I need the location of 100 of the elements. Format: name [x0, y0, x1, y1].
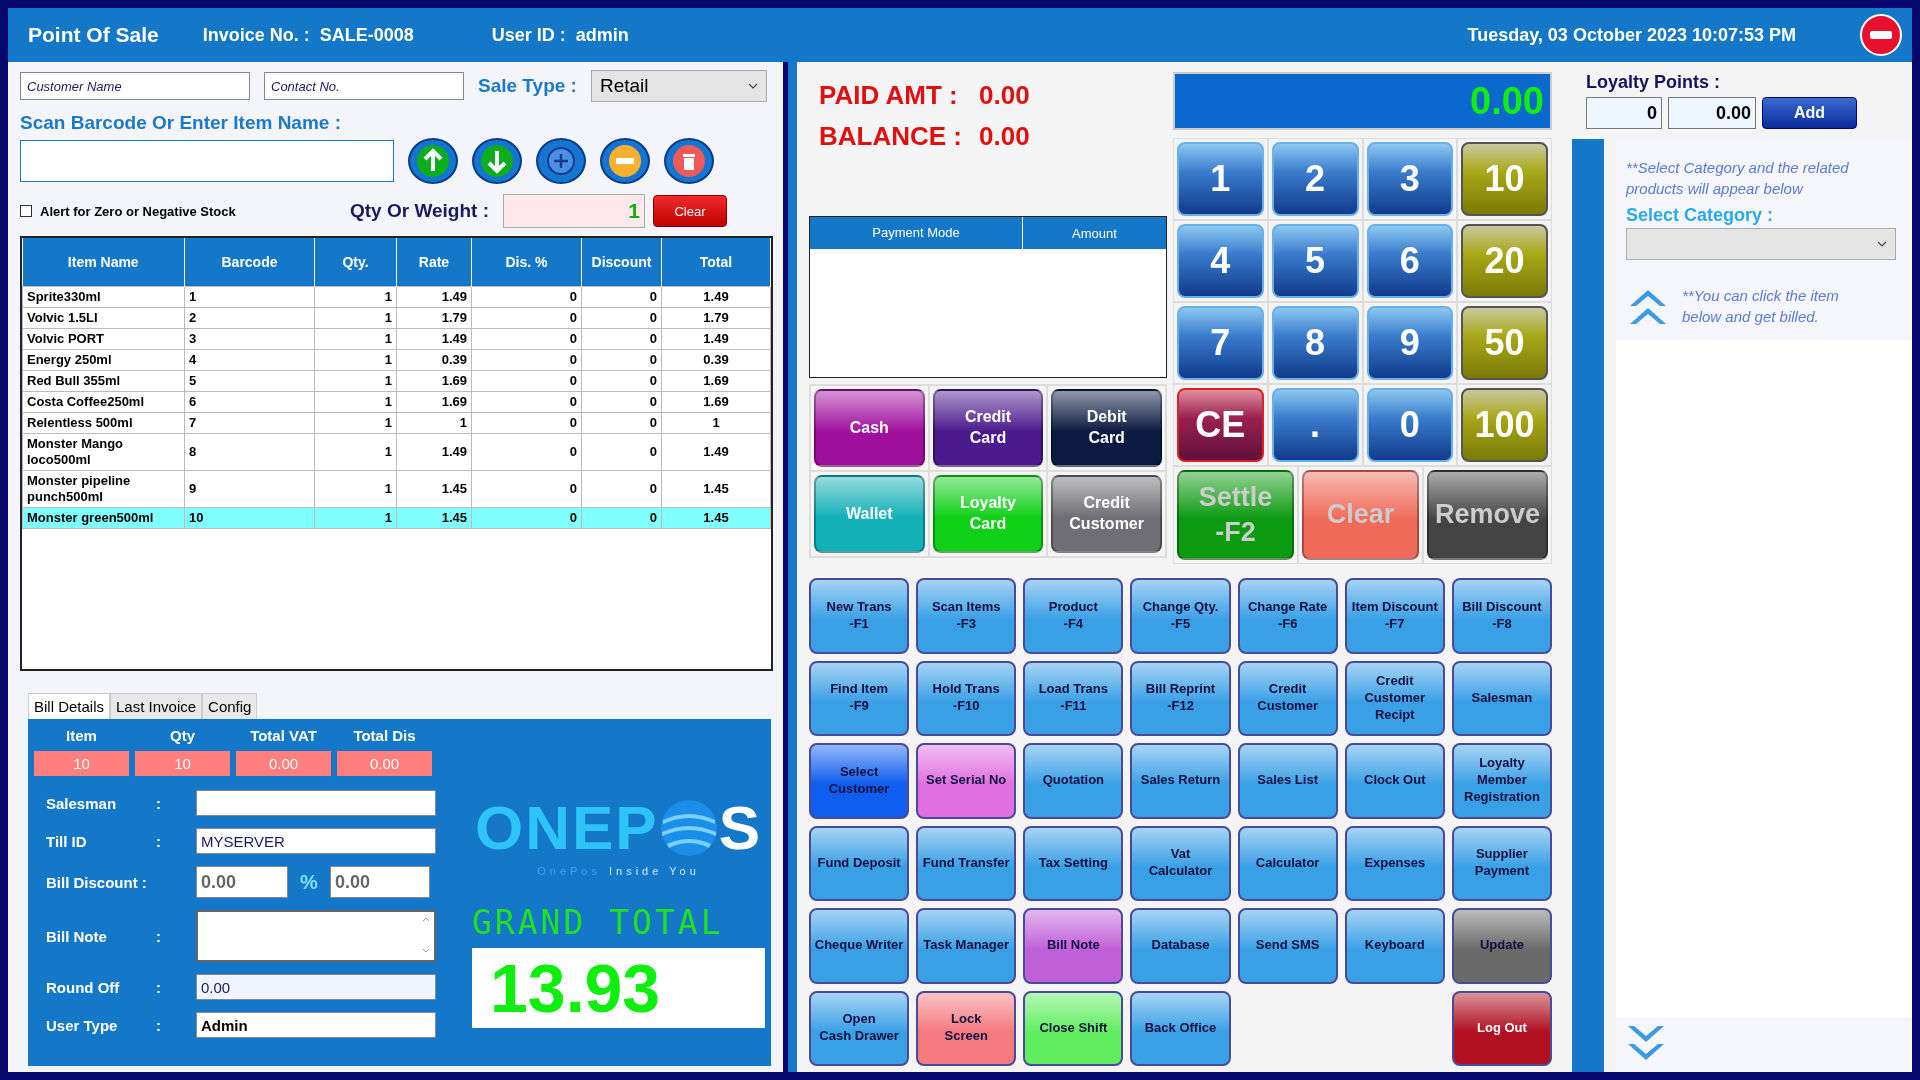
- column-header[interactable]: Discount: [581, 238, 662, 287]
- move-up-button[interactable]: [408, 138, 458, 184]
- function-button[interactable]: Select Customer: [809, 743, 910, 819]
- function-button[interactable]: Quotation: [1023, 743, 1124, 819]
- contact-field[interactable]: Contact No.: [264, 72, 464, 100]
- keypad-key[interactable]: 2: [1271, 142, 1359, 216]
- column-header[interactable]: Item Name: [22, 238, 185, 287]
- function-button[interactable]: Vat Calculator: [1130, 825, 1231, 901]
- subtract-button[interactable]: [600, 138, 650, 184]
- customer-name-field[interactable]: Customer Name: [20, 72, 250, 100]
- keypad-key[interactable]: .: [1271, 388, 1359, 462]
- keypad-key[interactable]: 8: [1271, 306, 1359, 380]
- points-field[interactable]: 0: [1586, 97, 1662, 129]
- table-row[interactable]: Relentless 500ml 7 1 1 0 0 1: [22, 412, 771, 434]
- table-row[interactable]: Energy 250ml 4 1 0.39 0 0 0.39: [22, 349, 771, 371]
- function-button[interactable]: Bill Note: [1023, 908, 1124, 984]
- function-button[interactable]: Loyalty Member Registration: [1451, 743, 1552, 819]
- function-button[interactable]: Tax Setting: [1023, 825, 1124, 901]
- keypad-key[interactable]: CE: [1177, 388, 1264, 462]
- keypad-key[interactable]: 9: [1366, 306, 1454, 380]
- function-button[interactable]: Task Manager: [916, 908, 1017, 984]
- discount-field[interactable]: 0.00: [196, 866, 288, 898]
- function-button[interactable]: Clock Out: [1344, 743, 1445, 819]
- keypad-key[interactable]: 7: [1177, 306, 1264, 380]
- user-type-field[interactable]: Admin: [196, 1012, 436, 1038]
- column-header[interactable]: Barcode: [184, 238, 315, 287]
- column-header[interactable]: Total: [661, 238, 771, 287]
- stock-alert-checkbox[interactable]: Alert for Zero or Negative Stock: [20, 203, 340, 219]
- barcode-field[interactable]: [20, 140, 394, 182]
- function-button[interactable]: Expenses: [1344, 825, 1445, 901]
- sale-type-dropdown[interactable]: Retail: [590, 70, 767, 102]
- till-id-field[interactable]: MYSERVER: [196, 828, 436, 854]
- table-row[interactable]: Monster pipeline punch500ml 9 1 1.45 0 0 1.45: [22, 470, 771, 508]
- delete-button[interactable]: [664, 138, 714, 184]
- function-button[interactable]: Back Office: [1130, 990, 1231, 1066]
- keypad-key[interactable]: 3: [1366, 142, 1454, 216]
- checkbox[interactable]: [20, 205, 32, 217]
- add-button[interactable]: Add: [1762, 97, 1857, 129]
- function-button[interactable]: Bill Discount -F8: [1451, 578, 1552, 654]
- function-button[interactable]: Bill Reprint -F12: [1130, 660, 1231, 736]
- close-button[interactable]: [1860, 14, 1902, 56]
- function-button[interactable]: Supplier Payment: [1451, 825, 1552, 901]
- function-button[interactable]: Fund Transfer: [916, 825, 1017, 901]
- function-button[interactable]: Credit Customer Recipt: [1344, 660, 1445, 736]
- function-button[interactable]: Update: [1451, 908, 1552, 984]
- keypad-key[interactable]: 4: [1177, 224, 1264, 298]
- payment-mode-button[interactable]: Debit Card: [1051, 389, 1162, 467]
- bill-note-field[interactable]: [196, 910, 436, 962]
- function-button[interactable]: Set Serial No: [916, 743, 1017, 819]
- add-button[interactable]: [536, 138, 586, 184]
- move-down-button[interactable]: [472, 138, 522, 184]
- function-button[interactable]: Item Discount -F7: [1344, 578, 1445, 654]
- column-header[interactable]: Dis. %: [471, 238, 582, 287]
- table-row[interactable]: Monster green500ml 10 1 1.45 0 0 1.45: [22, 507, 771, 529]
- tab[interactable]: Bill Details: [28, 693, 111, 719]
- function-button[interactable]: Keyboard: [1344, 908, 1445, 984]
- function-button[interactable]: Scan Items -F3: [916, 578, 1017, 654]
- discount-percent-field[interactable]: 0.00: [330, 866, 430, 898]
- keypad-key[interactable]: 1: [1177, 142, 1264, 216]
- function-button[interactable]: Sales List: [1237, 743, 1338, 819]
- function-button[interactable]: Change Qty. -F5: [1130, 578, 1231, 654]
- clear-button[interactable]: Clear: [653, 195, 727, 227]
- function-button[interactable]: Sales Return: [1130, 743, 1231, 819]
- function-button[interactable]: Change Rate -F6: [1237, 578, 1338, 654]
- log-out-button[interactable]: Log Out: [1451, 990, 1552, 1066]
- payment-mode-button[interactable]: Credit Card: [932, 389, 1044, 467]
- function-button[interactable]: Credit Customer: [1237, 660, 1338, 736]
- tab[interactable]: Last Invoice: [110, 693, 203, 719]
- points-amount-field[interactable]: 0.00: [1668, 97, 1756, 129]
- round-off-field[interactable]: 0.00: [196, 974, 436, 1000]
- function-button[interactable]: Send SMS: [1237, 908, 1338, 984]
- function-button[interactable]: Close Shift: [1023, 990, 1124, 1066]
- salesman-field[interactable]: [196, 790, 436, 816]
- function-button[interactable]: Calculator: [1237, 825, 1338, 901]
- function-button[interactable]: Database: [1130, 908, 1231, 984]
- tab[interactable]: Config: [202, 693, 258, 719]
- function-button[interactable]: New Trans -F1: [809, 578, 910, 654]
- payment-mode-button[interactable]: Cash: [814, 389, 925, 467]
- keypad-key[interactable]: 5: [1271, 224, 1359, 298]
- table-row[interactable]: Volvic 1.5LI 2 1 1.79 0 0 1.79: [22, 307, 771, 329]
- function-button[interactable]: Open Cash Drawer: [809, 990, 910, 1066]
- function-button[interactable]: Hold Trans -F10: [916, 660, 1017, 736]
- function-button[interactable]: Salesman: [1451, 660, 1552, 736]
- function-button[interactable]: Fund Deposit: [809, 825, 910, 901]
- keypad-key[interactable]: 6: [1366, 224, 1454, 298]
- table-row[interactable]: Monster Mango loco500ml 8 1 1.49 0 0 1.49: [22, 433, 771, 471]
- table-row[interactable]: Costa Coffee250ml 6 1 1.69 0 0 1.69: [22, 391, 771, 413]
- table-row[interactable]: Sprite330ml 1 1 1.49 0 0 1.49: [22, 286, 771, 308]
- column-header[interactable]: Rate: [396, 238, 472, 287]
- function-button[interactable]: Product -F4: [1023, 578, 1124, 654]
- table-row[interactable]: Volvic PORT 3 1 1.49 0 0 1.49: [22, 328, 771, 350]
- function-button[interactable]: Lock Screen: [916, 990, 1017, 1066]
- column-header[interactable]: Qty.: [314, 238, 397, 287]
- function-button[interactable]: Find Item -F9: [809, 660, 910, 736]
- function-button[interactable]: Load Trans -F11: [1023, 660, 1124, 736]
- payment-mode-button[interactable]: Credit Customer: [1051, 475, 1162, 553]
- table-row[interactable]: Red Bull 355ml 5 1 1.69 0 0 1.69: [22, 370, 771, 392]
- function-button[interactable]: Cheque Writer: [809, 908, 910, 984]
- action-button[interactable]: Remove: [1426, 470, 1548, 560]
- keypad-key[interactable]: 0: [1366, 388, 1454, 462]
